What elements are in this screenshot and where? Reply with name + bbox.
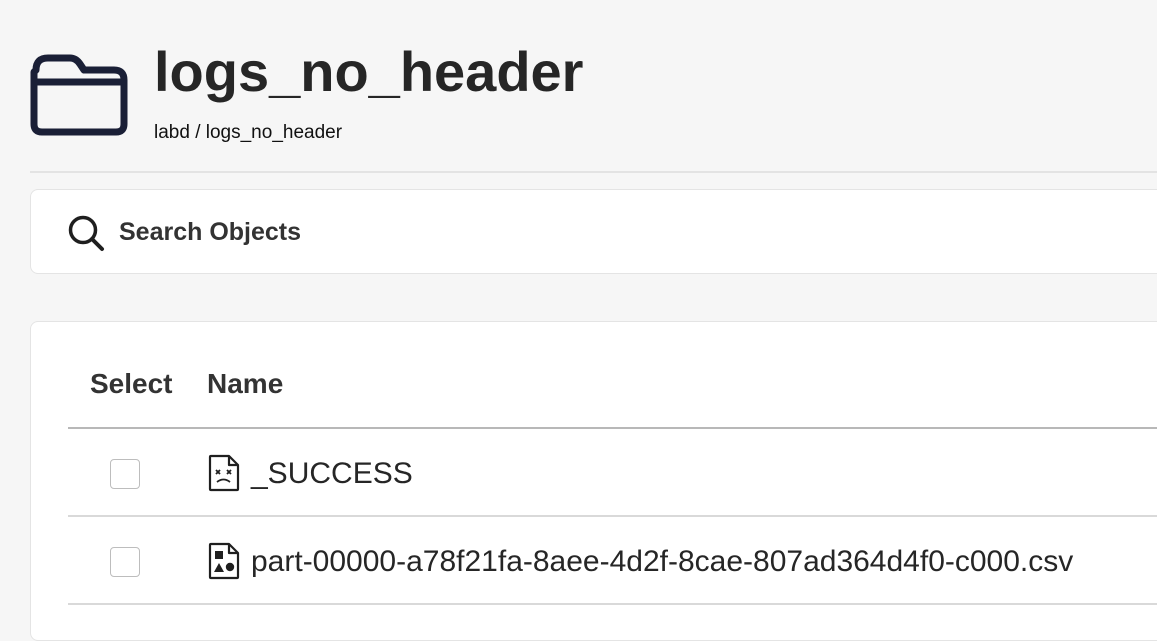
media-file-icon (208, 542, 240, 580)
folder-icon (30, 54, 128, 136)
search-bar[interactable] (30, 189, 1157, 274)
page-header: logs_no_header labd / logs_no_header (0, 0, 1157, 172)
row-select-checkbox[interactable] (110, 459, 140, 489)
file-name[interactable]: _SUCCESS (251, 456, 413, 492)
page-title: logs_no_header (154, 40, 584, 103)
column-header-name[interactable]: Name (207, 366, 283, 402)
table-row[interactable]: part-00000-a78f21fa-8aee-4d2f-8cae-807ad… (68, 517, 1157, 605)
table-row[interactable]: _SUCCESS (68, 429, 1157, 517)
file-name[interactable]: part-00000-a78f21fa-8aee-4d2f-8cae-807ad… (251, 544, 1073, 580)
breadcrumb[interactable]: labd / logs_no_header (154, 121, 342, 145)
broken-file-icon (208, 454, 240, 492)
objects-table: Select Name _SUCCESS part-00000-a78f21fa… (30, 321, 1157, 641)
column-header-select[interactable]: Select (90, 366, 173, 402)
search-icon (68, 215, 104, 251)
search-input[interactable] (119, 210, 819, 254)
row-select-checkbox[interactable] (110, 547, 140, 577)
header-divider (30, 171, 1157, 173)
